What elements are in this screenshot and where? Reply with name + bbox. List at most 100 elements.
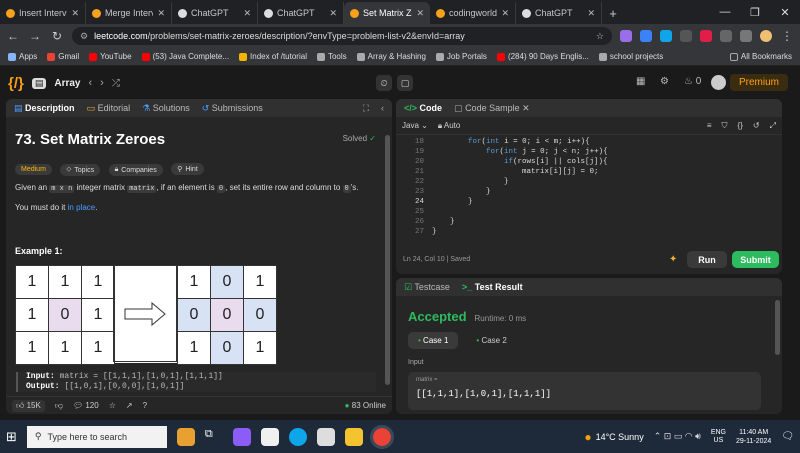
bookmark-item[interactable]: Tools [316,52,347,61]
chrome-icon[interactable] [369,424,394,449]
help-icon[interactable]: ? [143,401,147,410]
extension-icon[interactable] [720,30,732,42]
site-info-icon[interactable]: ⚙ [80,31,88,42]
bookmark-item[interactable]: Array & Hashing [356,52,426,61]
close-tab-icon[interactable]: ✕ [157,8,165,19]
notes-icon[interactable]: ▢ [397,75,413,91]
bookmark-item[interactable]: Index of /tutorial [239,52,307,61]
topics-tag[interactable]: ⬦ Topics [60,164,101,176]
user-avatar[interactable] [711,75,726,90]
braces-icon[interactable]: {} [738,121,743,130]
assistant-icon[interactable]: ✦ [669,254,677,265]
weather-widget[interactable]: ● 14°C Sunny [584,430,643,444]
extension-icon[interactable] [700,30,712,42]
tab-code-sample[interactable]: ▢ Code Sample ✕ [454,103,530,114]
premium-button[interactable]: Premium [729,74,788,91]
menu-kebab-icon[interactable]: ⋮ [780,29,794,43]
bookmark-item[interactable]: Gmail [47,52,79,61]
taskbar-search[interactable]: ⚲ Type here to search [26,425,167,448]
hint-tag[interactable]: ⚲ Hint [171,163,204,175]
prev-problem-icon[interactable]: ‹ [89,77,93,89]
submit-button[interactable]: Submit [732,251,779,268]
bookmark-icon[interactable]: ⛉ [722,121,728,131]
format-icon[interactable]: ≡ [707,121,712,130]
language-indicator[interactable]: ENG US [711,429,726,445]
bookmark-item[interactable]: (284) 90 Days Englis... [496,52,589,61]
close-window-button[interactable]: ✕ [770,0,800,24]
bookmark-item[interactable]: (53) Java Complete... [141,52,229,61]
notifications-icon[interactable]: 🗨︎ [781,431,794,442]
leetcode-logo-icon[interactable]: {/} [8,75,24,92]
fullscreen-icon[interactable]: ⤢ [770,121,776,131]
case-2-tab[interactable]: • Case 2 [466,332,516,349]
tab-submissions[interactable]: ↺ Submissions [202,103,263,114]
tray-icons[interactable]: ⌃ ⊡ ▭ ◠ 🔊︎ [654,431,701,442]
collapse-icon[interactable]: ‹ [381,103,384,113]
close-tab-icon[interactable]: ✕ [522,103,530,113]
favorite-star-icon[interactable]: ☆ [109,401,116,410]
task-view-icon[interactable]: ⧉ [205,428,223,446]
extension-icon[interactable] [620,30,632,42]
cortana-icon[interactable] [176,427,195,446]
close-tab-icon[interactable]: ✕ [71,8,79,19]
tab-editorial[interactable]: ▭ Editorial [87,103,131,114]
reload-button[interactable]: ↻ [50,29,64,43]
companies-tag[interactable]: 🔒︎ Companies [108,164,163,176]
start-button[interactable]: ⊞ [6,429,17,445]
bookmark-item[interactable]: YouTube [89,52,132,61]
file-explorer-icon[interactable] [344,427,363,446]
problem-list-title[interactable]: Array [54,78,80,89]
bookmark-star-icon[interactable]: ☆ [596,31,604,42]
tab-description[interactable]: ▤ Description [14,103,75,114]
tab-solutions[interactable]: ⚗ Solutions [142,103,190,114]
close-tab-icon[interactable]: ✕ [416,8,424,19]
auto-mode-toggle[interactable]: 🔒︎ Auto [438,121,461,131]
browser-tab[interactable]: ChatGPT ✕ [172,2,258,24]
layout-icon[interactable]: ▦ [636,76,645,87]
result-scrollbar[interactable] [775,300,780,355]
extensions-puzzle-icon[interactable] [740,30,752,42]
extension-icon[interactable] [660,30,672,42]
browser-tab[interactable]: codingworld7 -✕ [430,2,516,24]
expand-icon[interactable]: ⛶ [363,103,369,114]
store-icon[interactable] [260,427,279,446]
all-bookmarks[interactable]: All Bookmarks [729,52,792,61]
bookmark-item[interactable]: Apps [8,52,37,61]
case-1-tab[interactable]: • Case 1 [408,332,459,349]
tab-test-result[interactable]: >_ Test Result [462,282,523,292]
omnibox[interactable]: ⚙ leetcode.com/problems/set-matrix-zeroe… [72,27,612,45]
in-place-link[interactable]: in place [68,203,96,212]
browser-tab[interactable]: Set Matrix Zeroe ✕ [344,2,430,24]
new-tab-button[interactable]: + [602,2,624,24]
extension-icon[interactable] [640,30,652,42]
bookmark-item[interactable]: school projects [598,52,663,61]
back-button[interactable]: ← [6,29,20,43]
share-icon[interactable]: ↗ [126,401,133,410]
code-area[interactable]: 18 for(int i = 0; i < m; i++){19 for(int… [402,133,782,249]
close-tab-icon[interactable]: ✕ [587,8,595,19]
extension-icon[interactable] [680,30,692,42]
close-tab-icon[interactable]: ✕ [243,8,251,19]
reset-icon[interactable]: ↺ [753,121,760,130]
mail-icon[interactable] [316,427,335,446]
browser-tab[interactable]: ChatGPT ✕ [258,2,344,24]
forward-button[interactable]: → [28,29,42,43]
next-problem-icon[interactable]: › [100,77,104,89]
edge-icon[interactable] [288,427,307,446]
close-tab-icon[interactable]: ✕ [329,8,337,19]
browser-tab[interactable]: Insert Interval - L ✕ [0,2,86,24]
browser-tab[interactable]: Merge Intervals✕ [86,2,172,24]
problem-list-icon[interactable]: ▤ [31,77,47,89]
restore-button[interactable]: ❐ [740,0,770,24]
clock[interactable]: 11:40 AM 29-11-2024 [736,428,771,446]
copilot-icon[interactable] [232,427,251,446]
run-button[interactable]: Run [687,251,727,268]
settings-gear-icon[interactable]: ⚙ [660,76,669,87]
bookmark-item[interactable]: Job Portals [435,52,487,61]
tab-testcase[interactable]: ☑ Testcase [404,282,450,293]
close-tab-icon[interactable]: ✕ [501,8,509,19]
browser-tab[interactable]: ChatGPT ✕ [516,2,602,24]
dislike-button[interactable]: 👎︎ [55,401,63,411]
language-select[interactable]: Java ⌄ [402,121,428,130]
streak-fire-icon[interactable]: ♨ 0 [684,76,701,87]
